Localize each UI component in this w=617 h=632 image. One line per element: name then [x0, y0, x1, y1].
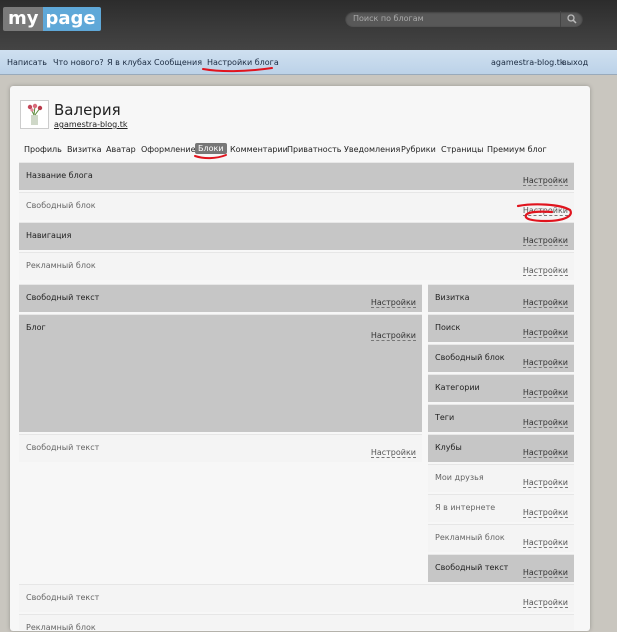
settings-link[interactable]: Настройки	[522, 176, 568, 186]
block-title: Свободный текст	[26, 443, 100, 452]
top-bar: my page Поиск по блогам	[0, 0, 617, 50]
sidebar-block-vizitka[interactable]: Визитка Настройки	[428, 284, 574, 312]
sidebar-block-free-block[interactable]: Свободный блок Настройки	[428, 344, 574, 372]
settings-link[interactable]: Настройки	[522, 358, 568, 368]
tab-vizitka[interactable]: Визитка	[67, 145, 102, 154]
search-placeholder: Поиск по блогам	[353, 14, 424, 23]
logo-my: my	[3, 7, 43, 31]
tab-premium[interactable]: Премиум блог	[487, 145, 547, 154]
settings-link[interactable]: Настройки	[522, 508, 568, 518]
settings-link[interactable]: Настройки	[522, 598, 568, 608]
settings-link[interactable]: Настройки	[522, 206, 568, 216]
block-title: Свободный текст	[26, 593, 100, 602]
nav-blog-settings[interactable]: Настройки блога	[207, 58, 279, 67]
nav-write[interactable]: Написать	[7, 58, 47, 67]
block-free-block[interactable]: Свободный блок Настройки	[19, 192, 574, 220]
block-title: Свободный блок	[435, 353, 505, 362]
site-logo[interactable]: my page	[3, 7, 101, 31]
block-title: Свободный блок	[26, 201, 96, 210]
block-title: Рекламный блок	[26, 623, 96, 632]
nav-my-clubs[interactable]: Я в клубах	[107, 58, 152, 67]
tab-comments[interactable]: Комментарии	[230, 145, 288, 154]
settings-link[interactable]: Настройки	[370, 298, 416, 308]
block-title: Блог	[26, 323, 46, 332]
settings-link[interactable]: Настройки	[522, 328, 568, 338]
sidebar-block-categories[interactable]: Категории Настройки	[428, 374, 574, 402]
settings-link[interactable]: Настройки	[522, 418, 568, 428]
settings-link[interactable]: Настройки	[522, 236, 568, 246]
tab-pages[interactable]: Страницы	[441, 145, 483, 154]
block-ad-block[interactable]: Рекламный блок Настройки	[19, 252, 574, 280]
magnifier-icon	[567, 14, 577, 24]
block-free-text[interactable]: Свободный текст Настройки	[19, 434, 422, 462]
block-blog[interactable]: Блог Настройки	[19, 314, 422, 432]
tab-rubrics[interactable]: Рубрики	[401, 145, 436, 154]
settings-link[interactable]: Настройки	[522, 568, 568, 578]
settings-link[interactable]: Настройки	[522, 538, 568, 548]
nav-messages[interactable]: Сообщения	[154, 58, 202, 67]
sidebar-block-internet[interactable]: Я в интернете Настройки	[428, 494, 574, 522]
search-input[interactable]: Поиск по блогам	[345, 11, 583, 27]
block-title: Рекламный блок	[26, 261, 96, 270]
settings-link[interactable]: Настройки	[370, 448, 416, 458]
settings-link[interactable]: Настройки	[522, 448, 568, 458]
block-blog-title[interactable]: Название блога Настройки	[19, 162, 574, 190]
block-title: Теги	[435, 413, 455, 422]
block-free-text[interactable]: Свободный текст Настройки	[19, 284, 422, 312]
tab-blocks[interactable]: Блоки	[195, 143, 227, 154]
block-title: Свободный текст	[435, 563, 509, 572]
tab-design[interactable]: Оформление	[141, 145, 196, 154]
nav-site-link[interactable]: agamestra-blog.tk	[491, 58, 565, 67]
sidebar-block-ad-block[interactable]: Рекламный блок Настройки	[428, 524, 574, 552]
profile-link[interactable]: agamestra-blog.tk	[54, 120, 128, 129]
sidebar-block-clubs[interactable]: Клубы Настройки	[428, 434, 574, 462]
tab-avatar[interactable]: Аватар	[106, 145, 136, 154]
nav-logout[interactable]: выход	[562, 58, 588, 67]
sidebar-block-tags[interactable]: Теги Настройки	[428, 404, 574, 432]
search-button[interactable]	[560, 11, 583, 27]
nav-whats-new[interactable]: Что нового?	[53, 58, 104, 67]
tab-notifications[interactable]: Уведомления	[344, 145, 400, 154]
settings-link[interactable]: Настройки	[522, 388, 568, 398]
sidebar-block-search[interactable]: Поиск Настройки	[428, 314, 574, 342]
profile-name: Валерия	[54, 101, 121, 119]
settings-link[interactable]: Настройки	[522, 298, 568, 308]
block-title: Рекламный блок	[435, 533, 505, 542]
flowers-icon	[27, 103, 43, 125]
block-title: Визитка	[435, 293, 470, 302]
block-title: Я в интернете	[435, 503, 496, 512]
block-title: Навигация	[26, 231, 72, 240]
logo-page: page	[42, 7, 101, 31]
block-free-text[interactable]: Свободный текст Настройки	[19, 584, 574, 612]
tab-profile[interactable]: Профиль	[24, 145, 62, 154]
block-title: Свободный текст	[26, 293, 100, 302]
block-title: Клубы	[435, 443, 462, 452]
block-ad-block[interactable]: Рекламный блок	[19, 614, 574, 632]
settings-link[interactable]: Настройки	[522, 478, 568, 488]
sidebar-block-friends[interactable]: Мои друзья Настройки	[428, 464, 574, 492]
tab-privacy[interactable]: Приватность	[287, 145, 341, 154]
main-nav: Написать Что нового? Я в клубах Сообщени…	[0, 50, 617, 75]
block-title: Категории	[435, 383, 480, 392]
settings-link[interactable]: Настройки	[522, 266, 568, 276]
sidebar-block-free-text[interactable]: Свободный текст Настройки	[428, 554, 574, 582]
block-title: Название блога	[26, 171, 93, 180]
settings-link[interactable]: Настройки	[370, 331, 416, 341]
block-title: Поиск	[435, 323, 461, 332]
block-title: Мои друзья	[435, 473, 484, 482]
avatar[interactable]	[20, 100, 49, 129]
block-navigation[interactable]: Навигация Настройки	[19, 222, 574, 250]
